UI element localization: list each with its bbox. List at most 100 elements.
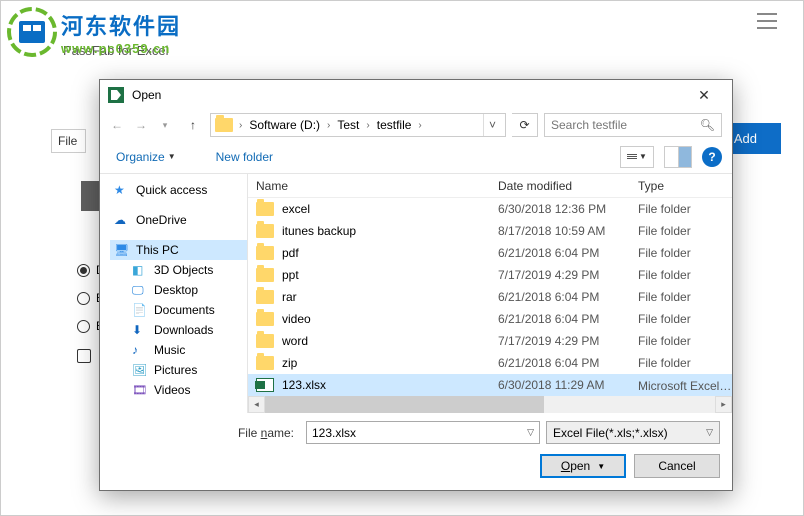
breadcrumb-seg-0[interactable]: Software (D:) xyxy=(246,118,323,132)
preview-pane-button[interactable] xyxy=(664,146,692,168)
file-date: 6/30/2018 11:29 AM xyxy=(498,378,638,392)
music-icon: ♪ xyxy=(132,343,148,357)
scroll-left-button[interactable]: ◂ xyxy=(248,396,265,413)
breadcrumb-dropdown[interactable]: ˅ xyxy=(483,114,501,136)
tree-documents[interactable]: 📄Documents xyxy=(110,300,247,320)
breadcrumb[interactable]: › Software (D:) › Test › testfile › ˅ xyxy=(210,113,506,137)
open-file-dialog: Open ✕ ← → ▾ ↑ › Software (D:) › Test › … xyxy=(99,79,733,491)
chevron-right-icon: › xyxy=(364,120,371,131)
tree-pictures[interactable]: 🖼Pictures xyxy=(110,360,247,380)
file-name: rar xyxy=(282,290,498,304)
dialog-content: ★Quick access ☁OneDrive 🖥This PC ◧3D Obj… xyxy=(100,174,732,413)
scroll-right-button[interactable]: ▸ xyxy=(715,396,732,413)
file-type: File folder xyxy=(638,224,732,238)
desktop-icon: 🖵 xyxy=(132,283,148,297)
filename-input[interactable]: 123.xlsx ▽ xyxy=(306,421,540,444)
file-name: itunes backup xyxy=(282,224,498,238)
file-label: File xyxy=(51,129,86,153)
file-row[interactable]: zip6/21/2018 6:04 PMFile folder xyxy=(248,352,732,374)
cube-icon: ◧ xyxy=(132,263,148,277)
chevron-down-icon[interactable]: ▽ xyxy=(527,427,534,438)
col-date[interactable]: Date modified xyxy=(498,179,638,193)
search-icon: 🔍︎ xyxy=(700,118,715,132)
file-list[interactable]: excel6/30/2018 12:36 PMFile folderitunes… xyxy=(248,198,732,396)
video-icon: 🎞 xyxy=(132,383,148,397)
nav-back-button[interactable]: ← xyxy=(106,114,128,136)
nav-up-button[interactable]: ↑ xyxy=(182,114,204,136)
breadcrumb-seg-1[interactable]: Test xyxy=(334,118,362,132)
file-type: File folder xyxy=(638,246,732,260)
tree-music[interactable]: ♪Music xyxy=(110,340,247,360)
refresh-button[interactable]: ⟳ xyxy=(512,113,538,137)
open-button[interactable]: Open▼ xyxy=(540,454,626,478)
folder-icon xyxy=(256,246,274,260)
file-row[interactable]: rar6/21/2018 6:04 PMFile folder xyxy=(248,286,732,308)
file-list-pane: Name Date modified Type excel6/30/2018 1… xyxy=(248,174,732,413)
view-mode-button[interactable]: ▼ xyxy=(620,146,654,168)
file-row[interactable]: excel6/30/2018 12:36 PMFile folder xyxy=(248,198,732,220)
tree-desktop[interactable]: 🖵Desktop xyxy=(110,280,247,300)
file-row[interactable]: pdf6/21/2018 6:04 PMFile folder xyxy=(248,242,732,264)
chevron-right-icon: › xyxy=(325,120,332,131)
download-icon: ⬇ xyxy=(132,323,148,337)
folder-icon xyxy=(256,356,274,370)
file-date: 8/17/2018 10:59 AM xyxy=(498,224,638,238)
close-button[interactable]: ✕ xyxy=(684,82,724,108)
cloud-icon: ☁ xyxy=(114,213,130,227)
document-icon: 📄 xyxy=(132,303,148,317)
tree-onedrive[interactable]: ☁OneDrive xyxy=(110,210,247,230)
file-name: zip xyxy=(282,356,498,370)
navigation-tree[interactable]: ★Quick access ☁OneDrive 🖥This PC ◧3D Obj… xyxy=(100,174,248,413)
picture-icon: 🖼 xyxy=(132,363,148,377)
bg-c-icon xyxy=(77,349,91,363)
nav-forward-button[interactable]: → xyxy=(130,114,152,136)
breadcrumb-seg-2[interactable]: testfile xyxy=(374,118,415,132)
nav-history-button[interactable]: ▾ xyxy=(154,114,176,136)
help-button[interactable]: ? xyxy=(702,147,722,167)
search-placeholder: Search testfile xyxy=(551,118,694,132)
file-row[interactable]: video6/21/2018 6:04 PMFile folder xyxy=(248,308,732,330)
scroll-track[interactable] xyxy=(265,396,715,413)
hamburger-icon[interactable] xyxy=(757,13,777,29)
folder-icon xyxy=(256,224,274,238)
file-name: video xyxy=(282,312,498,326)
watermark-logo-icon xyxy=(7,7,57,57)
chevron-right-icon: › xyxy=(237,120,244,131)
site-watermark: 河东软件园 www.pc0359.cn xyxy=(7,7,181,57)
file-date: 6/21/2018 6:04 PM xyxy=(498,290,638,304)
col-name[interactable]: Name xyxy=(256,179,498,193)
tree-videos[interactable]: 🎞Videos xyxy=(110,380,247,400)
dialog-toolbar: Organize▼ New folder ▼ ? xyxy=(100,140,732,174)
folder-icon xyxy=(256,312,274,326)
cancel-button[interactable]: Cancel xyxy=(634,454,720,478)
file-type: File folder xyxy=(638,356,732,370)
col-type[interactable]: Type xyxy=(638,179,732,193)
file-row[interactable]: itunes backup8/17/2018 10:59 AMFile fold… xyxy=(248,220,732,242)
organize-menu[interactable]: Organize▼ xyxy=(110,147,182,167)
new-folder-button[interactable]: New folder xyxy=(210,147,279,167)
file-row[interactable]: ppt7/17/2019 4:29 PMFile folder xyxy=(248,264,732,286)
column-headers[interactable]: Name Date modified Type xyxy=(248,174,732,198)
file-name: excel xyxy=(282,202,498,216)
tree-quick-access[interactable]: ★Quick access xyxy=(110,180,247,200)
chevron-down-icon: ▼ xyxy=(639,152,647,161)
folder-icon xyxy=(256,268,274,282)
file-type-filter[interactable]: Excel File(*.xls;*.xlsx) ▽ xyxy=(546,421,720,444)
horizontal-scrollbar[interactable]: ◂ ▸ xyxy=(248,396,732,413)
file-type: Microsoft Excel 工... xyxy=(638,377,732,394)
tree-3d-objects[interactable]: ◧3D Objects xyxy=(110,260,247,280)
file-row[interactable]: 123.xlsx6/30/2018 11:29 AMMicrosoft Exce… xyxy=(248,374,732,396)
watermark-title: 河东软件园 xyxy=(61,9,181,41)
filename-value: 123.xlsx xyxy=(312,426,356,440)
scroll-thumb[interactable] xyxy=(265,396,544,413)
pc-icon: 🖥 xyxy=(114,243,130,257)
file-row[interactable]: word7/17/2019 4:29 PMFile folder xyxy=(248,330,732,352)
tree-downloads[interactable]: ⬇Downloads xyxy=(110,320,247,340)
file-name: pdf xyxy=(282,246,498,260)
split-button-icon[interactable]: ▼ xyxy=(597,462,605,471)
tree-this-pc[interactable]: 🖥This PC xyxy=(110,240,247,260)
search-input[interactable]: Search testfile 🔍︎ xyxy=(544,113,722,137)
folder-icon xyxy=(256,290,274,304)
chevron-right-icon: › xyxy=(416,120,423,131)
file-date: 6/21/2018 6:04 PM xyxy=(498,312,638,326)
